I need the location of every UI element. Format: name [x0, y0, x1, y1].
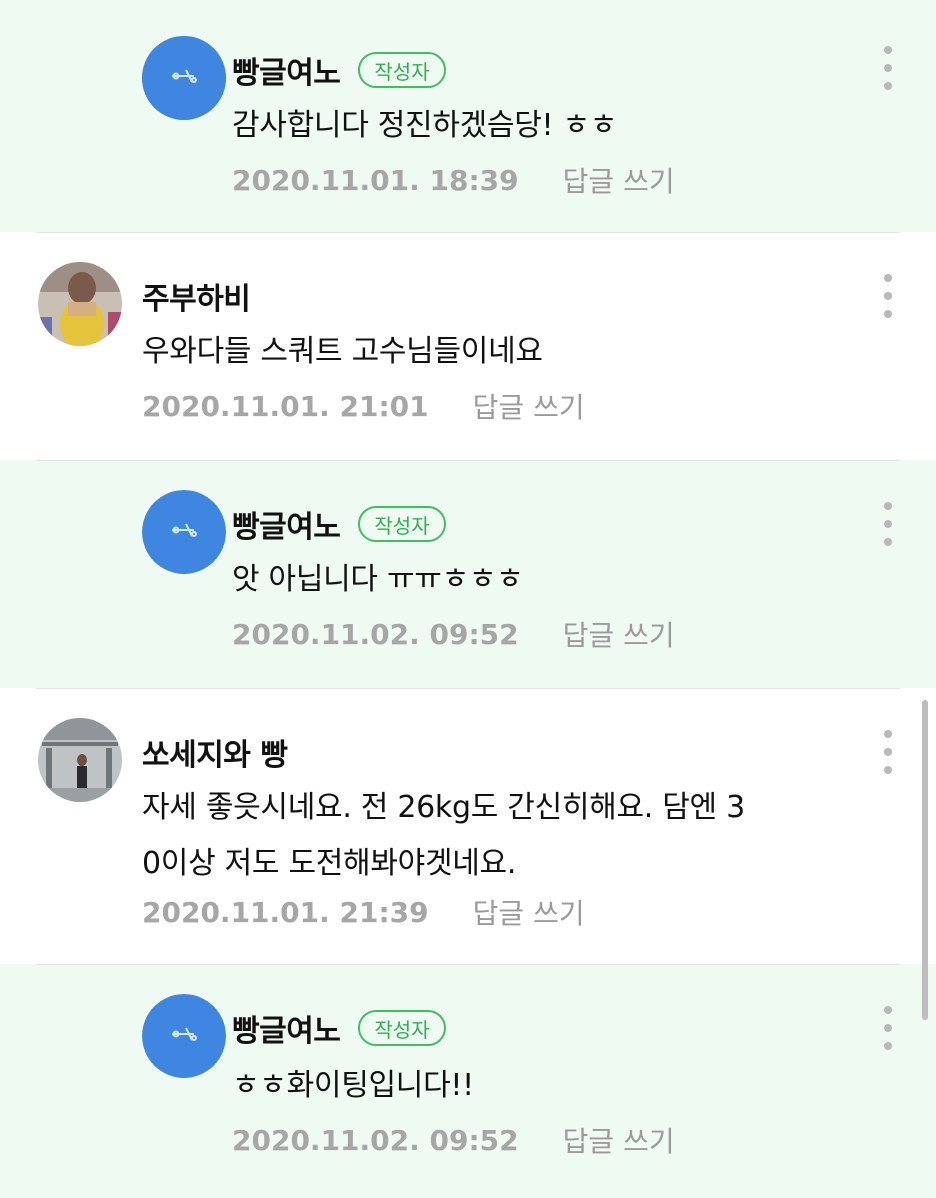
comment-text: 감사합니다 정진하겠슴당! ㅎㅎ — [232, 98, 617, 154]
comment-meta: 2020.11.02. 09:52 답글 쓰기 — [232, 614, 675, 654]
comment-text: 우와다들 스쿼트 고수님들이네요 — [142, 324, 543, 380]
writer-badge: 작성자 — [358, 52, 446, 88]
comment-time: 2020.11.02. 09:52 — [232, 617, 519, 651]
comment-text: 앗 아닙니다 ㅠㅠㅎㅎㅎ — [232, 552, 524, 608]
comment-item: 쏘세지와 빵 자세 좋읏시네요. 전 26kg도 간신히해요. 담엔 3 0이상… — [0, 688, 936, 964]
comment-line: ㅎㅎ화이팅입니다!! — [232, 1068, 474, 1103]
comment-time: 2020.11.02. 09:52 — [232, 1123, 519, 1157]
write-reply-button[interactable]: 답글 쓰기 — [563, 1120, 675, 1160]
comment-time: 2020.11.01. 21:39 — [142, 895, 429, 929]
comment-meta: 2020.11.02. 09:52 답글 쓰기 — [232, 1120, 675, 1160]
avatar[interactable] — [38, 718, 122, 802]
write-reply-button[interactable]: 답글 쓰기 — [563, 160, 675, 200]
comment-meta: 2020.11.01. 21:01 답글 쓰기 — [142, 386, 585, 426]
comment-line: 감사합니다 정진하겠슴당! ㅎㅎ — [232, 108, 618, 143]
user-photo — [38, 718, 122, 802]
comment-item: 빵글여노 작성자 ㅎㅎ화이팅입니다!! 2020.11.02. 09:52 답글… — [0, 964, 936, 1198]
write-reply-button[interactable]: 답글 쓰기 — [563, 614, 675, 654]
comment-line: 자세 좋읏시네요. 전 26kg도 간신히해요. 담엔 3 — [142, 790, 745, 825]
avatar[interactable] — [38, 262, 122, 346]
comment-item: 주부하비 우와다들 스쿼트 고수님들이네요 2020.11.01. 21:01 … — [0, 232, 936, 460]
writer-badge: 작성자 — [358, 506, 446, 542]
comment-time: 2020.11.01. 21:01 — [142, 389, 429, 423]
avatar[interactable] — [142, 36, 226, 120]
default-profile-icon — [142, 36, 226, 120]
default-profile-icon — [142, 490, 226, 574]
comment-header: 빵글여노 작성자 — [232, 502, 446, 546]
comment-line: 앗 아닙니다 ㅠㅠㅎㅎㅎ — [232, 562, 524, 597]
comment-meta: 2020.11.01. 21:39 답글 쓰기 — [142, 892, 585, 932]
divider — [36, 688, 900, 689]
writer-badge: 작성자 — [358, 1010, 446, 1046]
comment-item: 빵글여노 작성자 앗 아닙니다 ㅠㅠㅎㅎㅎ 2020.11.02. 09:52 … — [0, 460, 936, 688]
comment-meta: 2020.11.01. 18:39 답글 쓰기 — [232, 160, 675, 200]
author-name[interactable]: 빵글여노 — [232, 48, 341, 92]
write-reply-button[interactable]: 답글 쓰기 — [473, 386, 585, 426]
author-name[interactable]: 빵글여노 — [232, 502, 341, 546]
comment-header: 주부하비 — [142, 274, 251, 318]
divider — [36, 964, 900, 965]
scrollbar[interactable] — [922, 700, 928, 1020]
more-options-icon[interactable] — [876, 1006, 900, 1050]
comment-line: 0이상 저도 도전해봐야겟네요. — [142, 846, 517, 881]
comment-text: 자세 좋읏시네요. 전 26kg도 간신히해요. 담엔 3 0이상 저도 도전해… — [142, 780, 745, 892]
more-options-icon[interactable] — [876, 502, 900, 546]
more-options-icon[interactable] — [876, 46, 900, 90]
comment-time: 2020.11.01. 18:39 — [232, 163, 519, 197]
more-options-icon[interactable] — [876, 730, 900, 774]
author-name[interactable]: 주부하비 — [142, 274, 251, 318]
comment-text: ㅎㅎ화이팅입니다!! — [232, 1058, 474, 1114]
default-profile-icon — [142, 994, 226, 1078]
divider — [36, 460, 900, 461]
user-photo — [38, 262, 122, 346]
comment-item: 빵글여노 작성자 감사합니다 정진하겠슴당! ㅎㅎ 2020.11.01. 18… — [0, 0, 936, 232]
avatar[interactable] — [142, 994, 226, 1078]
comment-header: 빵글여노 작성자 — [232, 1006, 446, 1050]
comment-line: 우와다들 스쿼트 고수님들이네요 — [142, 334, 543, 369]
comment-header: 쏘세지와 빵 — [142, 730, 288, 774]
avatar[interactable] — [142, 490, 226, 574]
more-options-icon[interactable] — [876, 274, 900, 318]
comment-header: 빵글여노 작성자 — [232, 48, 446, 92]
divider — [36, 232, 900, 233]
author-name[interactable]: 쏘세지와 빵 — [142, 730, 288, 774]
author-name[interactable]: 빵글여노 — [232, 1006, 341, 1050]
comment-list: 빵글여노 작성자 감사합니다 정진하겠슴당! ㅎㅎ 2020.11.01. 18… — [0, 0, 936, 1198]
write-reply-button[interactable]: 답글 쓰기 — [473, 892, 585, 932]
